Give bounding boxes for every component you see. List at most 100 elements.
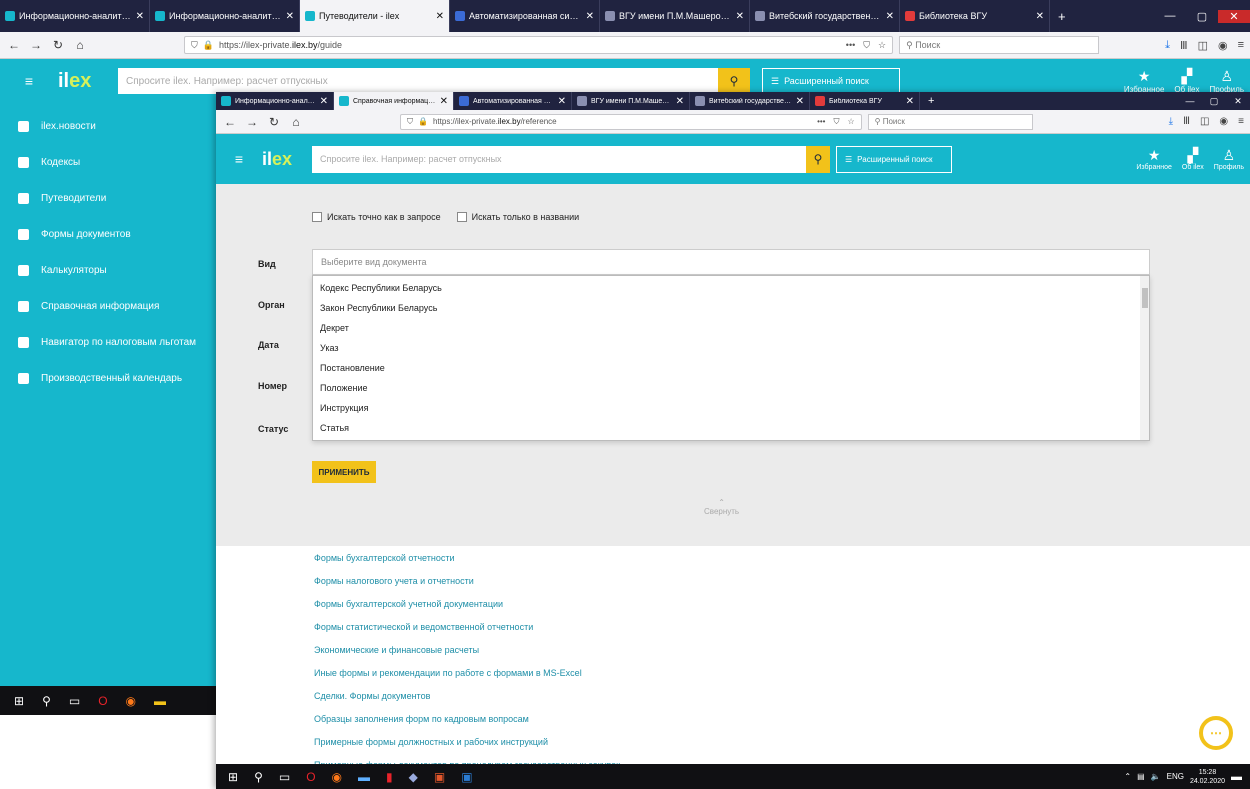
tab-close-icon[interactable]: ✕ xyxy=(586,11,594,22)
sidebar-item[interactable]: Справочная информация xyxy=(0,288,216,324)
menu-icon[interactable]: ≡ xyxy=(1238,39,1244,52)
about-button[interactable]: ▞ Об ilex xyxy=(1182,148,1204,171)
tab-close-icon[interactable]: ✕ xyxy=(676,96,684,107)
firefox-icon[interactable]: ◉ xyxy=(126,694,136,708)
reload-icon[interactable]: ↻ xyxy=(266,115,282,129)
pocket-icon[interactable]: ⛉ xyxy=(863,40,870,51)
browser-tab[interactable]: Витебский государственный ✕ xyxy=(690,92,810,110)
form-category-link[interactable]: Образцы заполнения форм по кадровым вопр… xyxy=(314,707,1154,730)
ilex-logo[interactable]: ilex xyxy=(58,70,118,93)
search-button[interactable]: ⚲ xyxy=(718,68,750,94)
minimize-button[interactable]: — xyxy=(1178,96,1202,106)
form-category-link[interactable]: Сделки. Формы документов xyxy=(314,684,1154,707)
bookmark-star-icon[interactable]: ☆ xyxy=(878,40,886,51)
sidebar-item[interactable]: Калькуляторы xyxy=(0,252,216,288)
volume-icon[interactable]: 🔈 xyxy=(1151,772,1161,781)
dropdown-option[interactable]: Декрет xyxy=(313,318,1149,338)
form-category-link[interactable]: Формы бухгалтерской отчетности xyxy=(314,546,1154,569)
exact-match-checkbox[interactable]: Искать точно как в запросе xyxy=(312,212,441,222)
dropdown-option[interactable]: Постановление xyxy=(313,358,1149,378)
tab-close-icon[interactable]: ✕ xyxy=(136,11,144,22)
hamburger-menu-icon[interactable]: ≡ xyxy=(0,73,58,89)
advanced-search-button[interactable]: ☰ Расширенный поиск xyxy=(762,68,900,94)
sidebar-item[interactable]: Путеводители xyxy=(0,180,216,216)
chat-bubble-icon[interactable]: ⋯ xyxy=(1199,716,1233,750)
favorites-button[interactable]: ★ Избранное xyxy=(1136,148,1171,171)
page-actions-icon[interactable]: ••• xyxy=(846,40,855,50)
back-arrow-icon[interactable]: ← xyxy=(6,38,22,52)
browser-tab[interactable]: Библиотека ВГУ ✕ xyxy=(900,0,1050,32)
browser-tab[interactable]: Информационно-аналитичес ✕ xyxy=(216,92,334,110)
home-icon[interactable]: ⌂ xyxy=(288,115,304,129)
advanced-search-button[interactable]: ☰ Расширенный поиск xyxy=(836,145,952,173)
profile-button[interactable]: ♙ Профиль xyxy=(1209,69,1244,94)
dropdown-scrollbar[interactable] xyxy=(1140,276,1149,440)
about-button[interactable]: ▞ Об ilex xyxy=(1174,69,1199,94)
form-category-link[interactable]: Иные формы и рекомендации по работе с фо… xyxy=(314,661,1154,684)
firefox-icon[interactable]: ◉ xyxy=(332,770,342,784)
apply-button[interactable]: ПРИМЕНИТЬ xyxy=(312,461,376,483)
download-icon[interactable]: ⤓ xyxy=(1165,39,1170,52)
browser-tab[interactable]: Витебский государственный ✕ xyxy=(750,0,900,32)
dropdown-option[interactable]: Указ xyxy=(313,338,1149,358)
tab-close-icon[interactable]: ✕ xyxy=(1036,11,1044,22)
windows-start-icon[interactable]: ⊞ xyxy=(14,694,24,708)
browser-tab[interactable]: Автоматизированная систем ✕ xyxy=(454,92,572,110)
new-tab-button[interactable]: + xyxy=(1050,0,1074,32)
checkbox-box[interactable] xyxy=(456,212,467,222)
hamburger-menu-icon[interactable]: ≡ xyxy=(216,151,262,167)
reload-icon[interactable]: ↻ xyxy=(50,38,66,52)
sidebar-item[interactable]: Навигатор по налоговым льготам xyxy=(0,324,216,360)
query-input[interactable]: Спросите ilex. Например: расчет отпускны… xyxy=(312,145,806,173)
download-icon[interactable]: ⤓ xyxy=(1169,116,1173,127)
browser-tab[interactable]: Библиотека ВГУ ✕ xyxy=(810,92,920,110)
library-icon[interactable]: Ⅲ xyxy=(1183,116,1190,127)
file-explorer-icon[interactable]: ▬ xyxy=(154,694,166,708)
dropdown-option[interactable]: Положение xyxy=(313,378,1149,398)
form-category-link[interactable]: Формы бухгалтерской учетной документации xyxy=(314,592,1154,615)
account-icon[interactable]: ◉ xyxy=(1218,39,1228,52)
back-arrow-icon[interactable]: ← xyxy=(222,115,238,129)
forward-arrow-icon[interactable]: → xyxy=(244,115,260,129)
tab-close-icon[interactable]: ✕ xyxy=(320,96,328,107)
checkbox-box[interactable] xyxy=(312,212,322,222)
pocket-icon[interactable]: ⛉ xyxy=(833,117,839,127)
tab-close-icon[interactable]: ✕ xyxy=(286,11,294,22)
sidebar-item[interactable]: Формы документов xyxy=(0,216,216,252)
browser-tab[interactable]: ВГУ имени П.М.Машерова - ✕ xyxy=(572,92,690,110)
scrollbar-thumb[interactable] xyxy=(1142,288,1148,308)
file-explorer-icon[interactable]: ▬ xyxy=(358,770,370,784)
menu-icon[interactable]: ≡ xyxy=(1238,116,1244,127)
sidebar-icon[interactable]: ◫ xyxy=(1198,39,1208,52)
dropdown-option[interactable]: Кодекс Республики Беларусь xyxy=(313,278,1149,298)
browser-tab[interactable]: Информационно-аналитичес ✕ xyxy=(150,0,300,32)
network-icon[interactable]: ▤ xyxy=(1137,772,1145,781)
tab-close-icon[interactable]: ✕ xyxy=(558,96,566,107)
app-icon-red[interactable]: ▮ xyxy=(386,770,393,784)
task-view-icon[interactable]: ▭ xyxy=(279,770,290,784)
home-icon[interactable]: ⌂ xyxy=(72,38,88,52)
document-type-select[interactable]: Выберите вид документа xyxy=(312,249,1150,275)
tab-close-icon[interactable]: ✕ xyxy=(886,11,894,22)
sidebar-item[interactable]: Производственный календарь xyxy=(0,360,216,396)
profile-button[interactable]: ♙ Профиль xyxy=(1214,148,1244,171)
browser-search-box[interactable]: ⚲ Поиск xyxy=(899,36,1100,54)
collapse-button[interactable]: ⌃ Свернуть xyxy=(704,498,739,516)
tab-close-icon[interactable]: ✕ xyxy=(906,96,914,107)
address-bar[interactable]: ⛉ 🔒 https://ilex-private. ilex.by/referen… xyxy=(400,113,862,130)
notifications-icon[interactable]: ▬ xyxy=(1231,771,1242,783)
form-category-link[interactable]: Примерные формы должностных и рабочих ин… xyxy=(314,730,1154,753)
query-input[interactable]: Спросите ilex. Например: расчет отпускны… xyxy=(118,68,718,94)
browser-tab[interactable]: Автоматизированная систем ✕ xyxy=(450,0,600,32)
tray-chevron-icon[interactable]: ⌃ xyxy=(1124,772,1131,781)
dropdown-option[interactable]: Закон Республики Беларусь xyxy=(313,298,1149,318)
browser-tab[interactable]: Путеводители - ilex ✕ xyxy=(300,0,450,32)
tab-close-icon[interactable]: ✕ xyxy=(736,11,744,22)
browser-tab[interactable]: Информационно-аналитичес ✕ xyxy=(0,0,150,32)
title-only-checkbox[interactable]: Искать только в названии xyxy=(456,212,579,222)
windows-start-icon[interactable]: ⊞ xyxy=(228,770,238,784)
library-icon[interactable]: Ⅲ xyxy=(1180,39,1188,52)
word-icon[interactable]: ▣ xyxy=(461,770,472,784)
page-actions-icon[interactable]: ••• xyxy=(817,117,825,126)
close-window-button[interactable]: ✕ xyxy=(1226,96,1250,107)
